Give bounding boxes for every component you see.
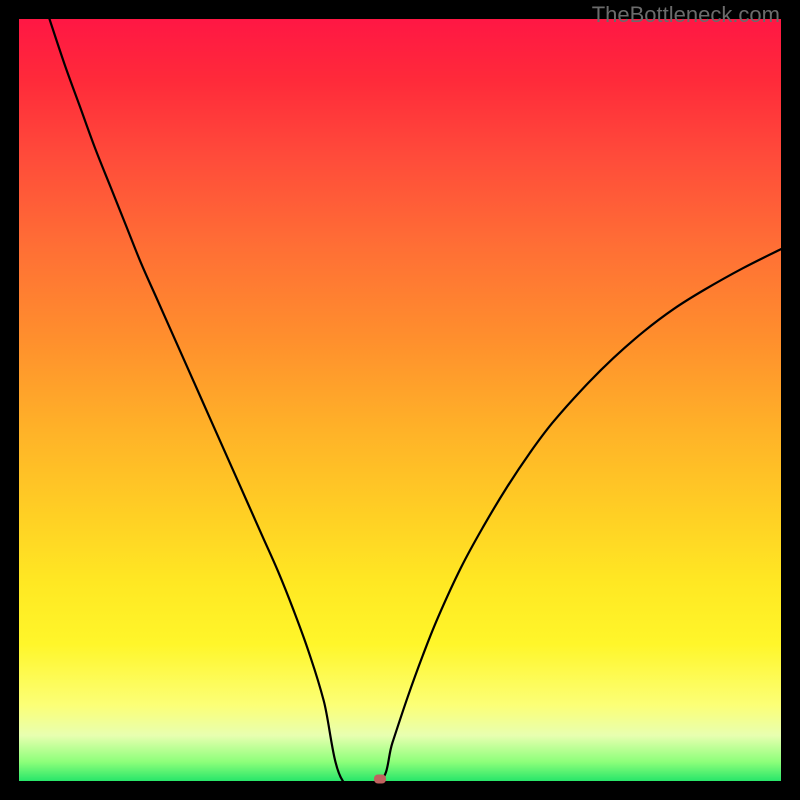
minimum-marker [374,775,386,784]
attribution-text: TheBottleneck.com [592,2,780,28]
chart-container: TheBottleneck.com [0,0,800,800]
bottleneck-curve [19,19,781,781]
